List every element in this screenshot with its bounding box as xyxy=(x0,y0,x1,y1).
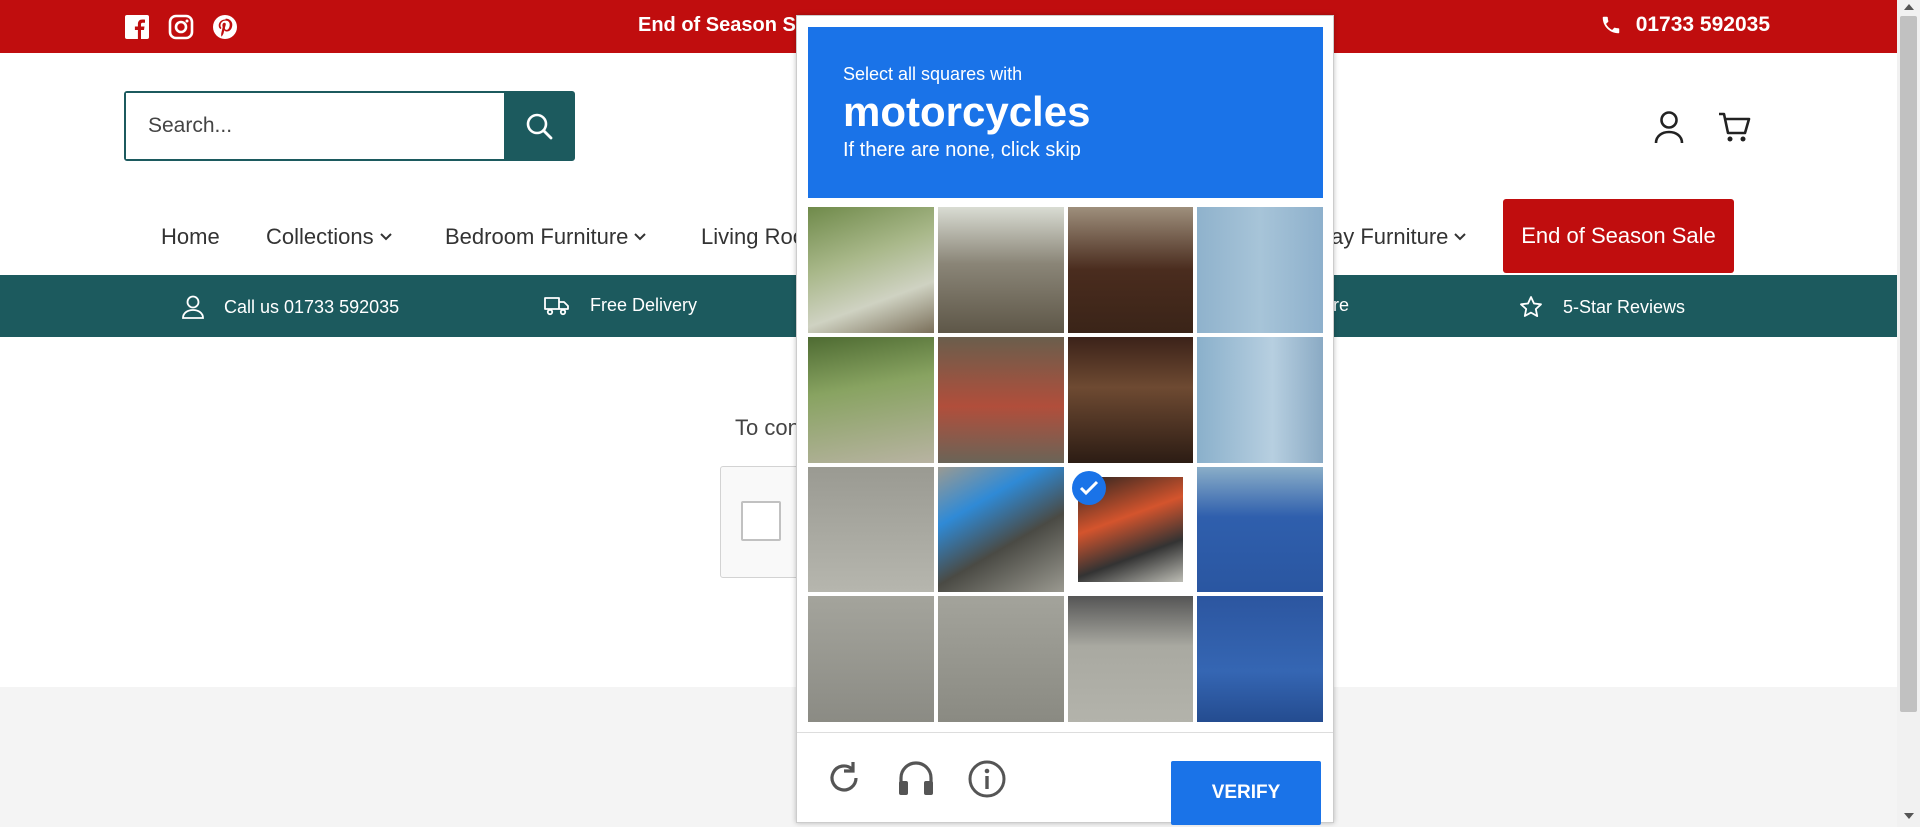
nav-bedroom-furniture[interactable]: Bedroom Furniture xyxy=(445,224,647,250)
account-icon[interactable] xyxy=(1653,110,1685,149)
main-message: To con xyxy=(735,415,800,440)
captcha-tile[interactable] xyxy=(937,207,1064,333)
scroll-thumb[interactable] xyxy=(1900,16,1917,712)
captcha-tile[interactable] xyxy=(1067,207,1194,333)
page-scrollbar[interactable] xyxy=(1897,0,1920,827)
search-form xyxy=(124,91,575,161)
info-reviews[interactable]: 5-Star Reviews xyxy=(1519,295,1685,319)
nav-living-room[interactable]: Living Roo xyxy=(701,224,805,250)
cart-icon[interactable] xyxy=(1717,110,1751,149)
social-links xyxy=(124,14,238,40)
truck-icon xyxy=(544,296,569,315)
captcha-tile[interactable] xyxy=(808,336,934,463)
phone-icon xyxy=(1602,16,1619,34)
phone-number: 01733 592035 xyxy=(1635,13,1770,36)
captcha-tile[interactable] xyxy=(1197,466,1323,593)
captcha-line3: If there are none, click skip xyxy=(843,139,1081,162)
facebook-icon[interactable] xyxy=(124,14,150,40)
nav-label: Collections xyxy=(266,224,374,249)
info-delivery-text: Free Delivery xyxy=(590,295,698,315)
captcha-tile[interactable] xyxy=(1197,336,1323,463)
captcha-tile[interactable] xyxy=(937,336,1064,463)
captcha-target: motorcycles xyxy=(843,88,1091,135)
captcha-tile-selected[interactable] xyxy=(1067,466,1194,593)
phone-link[interactable]: 01733 592035 xyxy=(1600,13,1770,37)
captcha-tile[interactable] xyxy=(937,596,1064,722)
promo-text[interactable]: End of Season Sa xyxy=(638,14,807,37)
verify-button[interactable]: VERIFY xyxy=(1171,761,1321,825)
nav-home[interactable]: Home xyxy=(161,224,220,250)
nav-label: Living Roo xyxy=(701,224,805,249)
nav-hallway-furniture[interactable]: vay Furniture xyxy=(1320,224,1467,250)
captcha-instructions: Select all squares with motorcycles If t… xyxy=(808,27,1323,198)
info-call[interactable]: Call us 01733 592035 xyxy=(182,295,399,319)
captcha-tile[interactable] xyxy=(1197,596,1323,722)
pinterest-icon[interactable] xyxy=(212,14,238,40)
captcha-tile[interactable] xyxy=(937,466,1064,593)
instagram-icon[interactable] xyxy=(168,14,194,40)
search-button[interactable] xyxy=(504,93,573,159)
captcha-tile[interactable] xyxy=(808,596,934,722)
info-call-text: Call us 01733 592035 xyxy=(224,296,400,317)
chevron-down-icon xyxy=(634,233,647,241)
captcha-dialog: Select all squares with motorcycles If t… xyxy=(796,15,1334,825)
info-icon[interactable] xyxy=(967,759,1007,804)
captcha-tile[interactable] xyxy=(1197,207,1323,333)
chevron-down-icon xyxy=(379,233,392,241)
check-icon xyxy=(1071,470,1106,505)
person-icon xyxy=(182,295,204,319)
headphones-icon[interactable] xyxy=(896,759,936,802)
captcha-tile[interactable] xyxy=(808,466,934,593)
captcha-line1: Select all squares with xyxy=(843,64,1023,84)
chevron-down-icon xyxy=(1454,233,1467,241)
info-reviews-text: 5-Star Reviews xyxy=(1563,296,1686,317)
captcha-tile[interactable] xyxy=(1067,596,1194,722)
captcha-tile[interactable] xyxy=(808,207,934,333)
scroll-up-arrow-icon[interactable] xyxy=(1904,4,1914,10)
info-delivery[interactable]: Free Delivery xyxy=(544,295,697,316)
nav-label: Bedroom Furniture xyxy=(445,224,629,249)
captcha-grid xyxy=(808,207,1323,722)
scroll-down-arrow-icon[interactable] xyxy=(1904,813,1914,819)
captcha-footer: VERIFY xyxy=(797,732,1333,825)
recaptcha-checkbox[interactable] xyxy=(741,501,781,541)
nav-label: Home xyxy=(161,224,220,249)
search-input[interactable] xyxy=(126,93,504,159)
nav-collections[interactable]: Collections xyxy=(266,224,392,250)
star-icon xyxy=(1520,296,1542,317)
nav-label: vay Furniture xyxy=(1320,224,1449,249)
reload-icon[interactable] xyxy=(825,759,863,802)
search-icon xyxy=(526,113,552,140)
nav-sale-button[interactable]: End of Season Sale xyxy=(1503,199,1734,273)
captcha-tile[interactable] xyxy=(1067,336,1194,463)
